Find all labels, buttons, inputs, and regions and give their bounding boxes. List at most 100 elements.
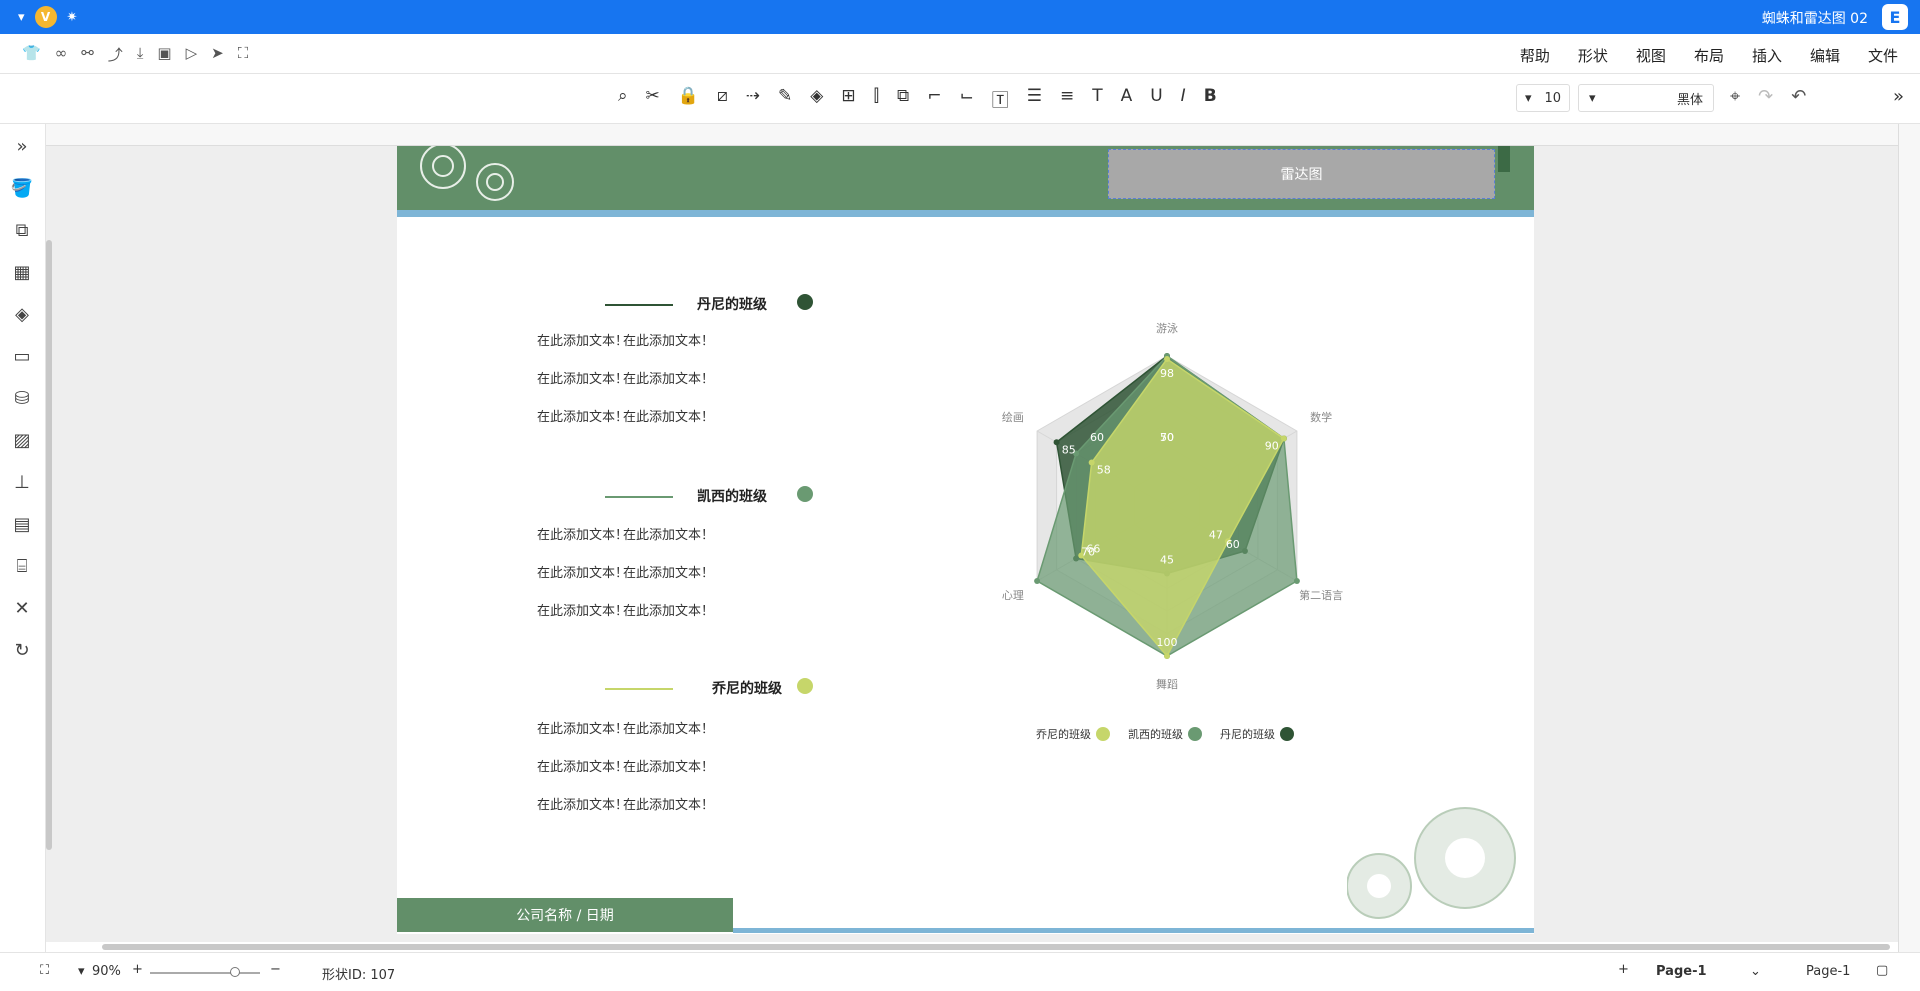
diagram-page[interactable]: 雷达图 丹尼的班级 在此添加文本！ 在此添加文本！ 在此添加文本！ 在此添加文本… <box>397 146 1534 934</box>
grid-icon[interactable]: ▦ <box>10 260 34 284</box>
text-block[interactable]: 在此添加文本！ <box>623 562 714 581</box>
page-setup-icon[interactable]: ⧉ <box>10 218 34 242</box>
dropdown-icon[interactable]: ▾ <box>18 10 25 25</box>
tools-icon[interactable]: ✂ <box>646 86 660 111</box>
menu-file[interactable]: 文件 <box>1868 45 1898 66</box>
add-page-icon[interactable]: + <box>1618 962 1629 977</box>
text-block[interactable]: 在此添加文本！ <box>623 756 714 775</box>
collapse-panel-icon[interactable]: » <box>1893 86 1904 107</box>
text-block[interactable]: 在此添加文本！ <box>623 524 714 543</box>
arrange-icon[interactable]: ⧉ <box>897 86 909 111</box>
zoom-slider[interactable] <box>150 967 260 977</box>
menu-insert[interactable]: 插入 <box>1752 45 1782 66</box>
italic-icon[interactable]: I <box>1181 86 1186 111</box>
layers-icon[interactable]: ◈ <box>10 302 34 326</box>
text-block[interactable]: 在此添加文本！ <box>537 524 628 543</box>
zoom-dropdown-icon[interactable]: ▾ <box>78 964 85 979</box>
text-block[interactable]: 在此添加文本！ <box>623 330 714 349</box>
chevron-down-icon[interactable]: ⌄ <box>1750 964 1761 979</box>
text-block[interactable]: 在此添加文本！ <box>537 562 628 581</box>
vertical-scrollbar[interactable] <box>46 240 52 850</box>
align-text-icon[interactable]: ≡ <box>1060 86 1074 111</box>
footer-band[interactable]: 公司名称 / 日期 <box>397 898 733 932</box>
fill-bucket-icon[interactable]: 🪣 <box>10 176 34 200</box>
spacing-icon[interactable]: ☰ <box>1027 86 1042 111</box>
group-icon[interactable]: ⊞ <box>841 86 855 111</box>
search-icon[interactable]: ⌕ <box>618 86 628 111</box>
legend-title[interactable]: 丹尼的班级 <box>697 294 767 314</box>
page-tab[interactable]: Page-1 <box>1656 964 1707 979</box>
ruler-horizontal <box>46 124 1900 146</box>
text-block[interactable]: 在此添加文本！ <box>623 718 714 737</box>
format-icon[interactable]: ⌸ <box>10 554 34 578</box>
textbox-icon[interactable]: 🅃 <box>992 86 1009 111</box>
text-block[interactable]: 在此添加文本！ <box>537 368 628 387</box>
text-block[interactable]: 在此添加文本！ <box>537 600 628 619</box>
zoom-out-icon[interactable]: − <box>270 962 281 977</box>
menu-layout[interactable]: 布局 <box>1694 45 1724 66</box>
radar-value-label: 98 <box>1160 367 1174 380</box>
font-color-icon[interactable]: A <box>1121 86 1133 111</box>
expand-icon[interactable]: » <box>10 134 34 158</box>
export-icon[interactable]: ⤴ <box>108 44 123 65</box>
fill-color-icon[interactable]: ◈ <box>810 86 823 111</box>
org-chart-icon[interactable]: ⊥ <box>10 470 34 494</box>
text-block[interactable]: 在此添加文本！ <box>537 718 628 737</box>
undo-icon[interactable]: ↶ <box>1791 86 1806 107</box>
horizontal-scrollbar[interactable] <box>102 944 1890 950</box>
save-icon[interactable]: ▣ <box>157 44 171 65</box>
text-block[interactable]: 在此添加文本！ <box>537 794 628 813</box>
shirt-icon[interactable]: 👕 <box>22 44 41 65</box>
page-select[interactable]: Page-1 <box>1806 964 1850 979</box>
zoom-in-icon[interactable]: + <box>132 962 143 977</box>
text-block[interactable]: 在此添加文本！ <box>623 406 714 425</box>
chart-title-box[interactable]: 雷达图 <box>1108 149 1495 199</box>
text-block[interactable]: 在此添加文本！ <box>623 368 714 387</box>
legend-title[interactable]: 凯西的班级 <box>697 486 767 506</box>
text-size-icon[interactable]: T <box>1092 86 1102 111</box>
play-icon[interactable]: ▷ <box>186 44 198 65</box>
underline-icon[interactable]: U <box>1150 86 1162 111</box>
share-icon[interactable]: ⚯ <box>81 44 94 65</box>
theme-icon[interactable]: ✷ <box>67 10 78 25</box>
menu-view[interactable]: 视图 <box>1636 45 1666 66</box>
font-family-select[interactable]: ▾ 黑体 <box>1578 84 1714 112</box>
shuffle-icon[interactable]: ✕ <box>10 596 34 620</box>
database-icon[interactable]: ⛁ <box>10 386 34 410</box>
text-block[interactable]: 在此添加文本！ <box>623 600 714 619</box>
waypoint-icon[interactable]: ⌙ <box>959 86 973 111</box>
radar-chart[interactable]: 8570456098586610047905060 70游泳绘画心理舞蹈第二语言数… <box>957 296 1377 756</box>
glasses-icon[interactable]: ∞ <box>55 44 68 65</box>
text-block[interactable]: 在此添加文本！ <box>537 756 628 775</box>
line-style-icon[interactable]: ⇢ <box>746 86 760 111</box>
format-painter-icon[interactable]: ⌖ <box>1730 86 1740 107</box>
presentation-icon[interactable]: ▭ <box>10 344 34 368</box>
redo-icon[interactable]: ↷ <box>1758 86 1773 107</box>
lock-icon[interactable]: 🔒 <box>678 86 699 111</box>
table-icon[interactable]: ▤ <box>10 512 34 536</box>
fit-page-icon[interactable]: ⛶ <box>40 963 49 978</box>
bold-icon[interactable]: B <box>1204 86 1217 111</box>
send-icon[interactable]: ➤ <box>211 44 224 65</box>
crop-icon[interactable]: ⧄ <box>717 86 728 111</box>
toolbar-tools: ⌕ ✂ 🔒 ⧄ ⇢ ✎ ◈ ⊞ ⫿ ⧉ ⌐ ⌙ 🅃 ☰ ≡ T A U I B <box>618 86 1217 111</box>
menu-edit[interactable]: 编辑 <box>1810 45 1840 66</box>
vip-badge[interactable]: V <box>34 6 57 28</box>
download-icon[interactable]: ⤓ <box>137 44 144 65</box>
text-block[interactable]: 在此添加文本！ <box>623 794 714 813</box>
connector-icon[interactable]: ⌐ <box>927 86 941 111</box>
font-size-select[interactable]: ▾ 10 <box>1516 84 1570 112</box>
text-block[interactable]: 在此添加文本！ <box>537 330 628 349</box>
image-icon[interactable]: ▨ <box>10 428 34 452</box>
fullscreen-icon[interactable]: ⛶ <box>238 44 249 65</box>
history-icon[interactable]: ↻ <box>10 638 34 662</box>
menu-help[interactable]: 帮助 <box>1520 45 1550 66</box>
align-icon[interactable]: ⫿ <box>874 86 879 111</box>
text-block[interactable]: 在此添加文本！ <box>537 406 628 425</box>
menu-shape[interactable]: 形状 <box>1578 45 1608 66</box>
radar-point <box>1164 356 1170 362</box>
zoom-slider-thumb[interactable] <box>230 967 240 977</box>
legend-title[interactable]: 乔尼的班级 <box>712 678 782 698</box>
line-color-icon[interactable]: ✎ <box>778 86 792 111</box>
panel-toggle-icon[interactable]: ▢ <box>1876 963 1888 978</box>
